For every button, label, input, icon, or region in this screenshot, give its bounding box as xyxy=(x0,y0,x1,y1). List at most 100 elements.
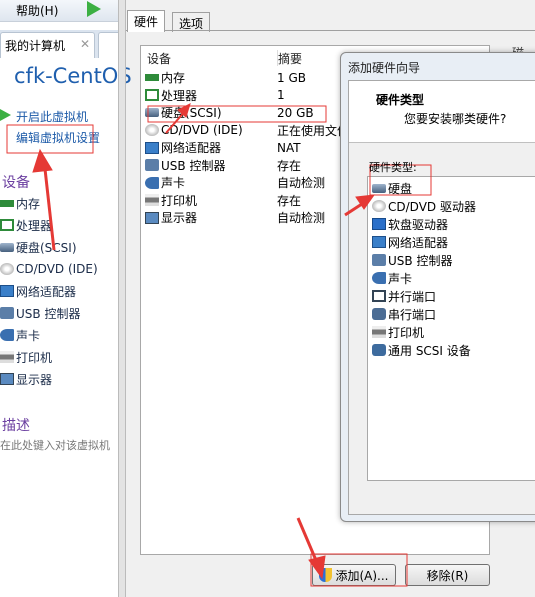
device-cell: 显示器 xyxy=(161,211,198,225)
edit-settings-link[interactable]: 编辑虚拟机设置 xyxy=(16,129,100,146)
hardware-type-label: 硬件类型: xyxy=(369,161,417,174)
wizard-title: 添加硬件向导 xyxy=(348,61,421,75)
network-icon xyxy=(372,236,386,248)
hardware-type-list[interactable]: 硬盘 CD/DVD 驱动器 软盘驱动器网络适配器 USB 控制器声卡并行端口串行端口打… xyxy=(367,176,535,481)
item-label: 串行端口 xyxy=(388,307,437,322)
printer-icon xyxy=(0,351,14,363)
usb-icon xyxy=(145,159,159,171)
wizard-header: 硬件类型 您要安装哪类硬件? xyxy=(349,81,535,143)
tab-bar: 我的计算机 ✕ xyxy=(0,30,122,58)
list-item[interactable]: 网络适配器 xyxy=(372,233,448,251)
cdrom-icon xyxy=(145,124,159,136)
uac-shield-icon xyxy=(319,568,333,582)
device-item[interactable]: 声卡 xyxy=(0,326,40,344)
device-item[interactable]: CD/DVD (IDE) xyxy=(0,260,98,278)
description-heading: 描述 xyxy=(2,418,30,434)
scsi-icon xyxy=(372,344,386,356)
device-cell: 声卡 xyxy=(161,176,186,190)
item-label: 网络适配器 xyxy=(388,235,449,250)
device-item[interactable]: 处理器 xyxy=(0,216,52,234)
sound-icon xyxy=(0,329,14,341)
item-label: 并行端口 xyxy=(388,289,437,304)
device-item[interactable]: 打印机 xyxy=(0,348,52,366)
floppy-icon xyxy=(372,218,386,230)
splitter[interactable] xyxy=(118,0,126,597)
list-item[interactable]: 硬盘 xyxy=(372,179,412,197)
list-item[interactable]: 串行端口 xyxy=(372,305,436,323)
device-cell: 内存 xyxy=(161,71,186,85)
close-icon[interactable]: ✕ xyxy=(80,37,90,51)
list-item[interactable]: 声卡 xyxy=(372,269,412,287)
remove-button[interactable]: 移除(R) xyxy=(405,564,490,586)
menu-help[interactable]: 帮助(H) xyxy=(16,2,58,19)
network-icon xyxy=(0,285,14,297)
play-icon xyxy=(0,109,11,121)
summary-cell: 存在 xyxy=(277,158,302,173)
device-label: 处理器 xyxy=(16,218,53,233)
remove-button-label: 移除(R) xyxy=(426,568,469,583)
printer-icon xyxy=(145,194,159,206)
vm-title: cfk-CentOS xyxy=(14,64,132,88)
display-icon xyxy=(0,373,14,385)
device-label: 硬盘(SCSI) xyxy=(16,240,77,255)
wizard-subheading: 您要安装哪类硬件? xyxy=(404,112,507,126)
power-on-link[interactable]: 开启此虚拟机 xyxy=(16,108,88,125)
device-cell: USB 控制器 xyxy=(161,158,226,173)
device-item[interactable]: USB 控制器 xyxy=(0,304,80,322)
item-label: 通用 SCSI 设备 xyxy=(388,343,471,358)
display-icon xyxy=(145,211,159,224)
tab-options[interactable]: 选项 xyxy=(172,12,211,32)
cpu-icon xyxy=(145,89,159,101)
device-label: CD/DVD (IDE) xyxy=(16,262,98,276)
add-button[interactable]: 添加(A)... xyxy=(312,564,396,586)
device-label: 声卡 xyxy=(16,328,41,343)
column-device[interactable]: 设备 xyxy=(147,50,171,66)
harddisk-icon xyxy=(372,183,386,193)
summary-cell: 1 xyxy=(277,88,285,102)
device-label: 打印机 xyxy=(16,350,53,365)
serial-port-icon xyxy=(372,308,386,320)
device-item[interactable]: 硬盘(SCSI) xyxy=(0,238,77,256)
parallel-port-icon xyxy=(372,290,386,302)
item-label: 软盘驱动器 xyxy=(388,217,449,232)
device-item[interactable]: 网络适配器 xyxy=(0,282,76,300)
tab-label: 硬件 xyxy=(134,15,159,29)
column-summary[interactable]: 摘要 xyxy=(277,50,302,66)
list-item[interactable]: 软盘驱动器 xyxy=(372,215,448,233)
summary-cell: 自动检测 xyxy=(277,176,326,190)
description-field[interactable]: 在此处键入对该虚拟机 xyxy=(0,437,110,453)
harddisk-icon xyxy=(0,242,14,252)
summary-cell: 自动检测 xyxy=(277,211,326,225)
tab-my-computer[interactable]: 我的计算机 ✕ xyxy=(0,32,95,58)
device-label: USB 控制器 xyxy=(16,306,81,321)
device-cell: 网络适配器 xyxy=(161,141,222,155)
device-item[interactable]: 显示器 xyxy=(0,370,52,388)
devices-heading: 设备 xyxy=(2,175,30,191)
printer-icon xyxy=(372,326,386,338)
device-item[interactable]: 内存 xyxy=(0,194,40,212)
summary-cell: 1 GB xyxy=(277,70,306,85)
list-item[interactable]: 通用 SCSI 设备 xyxy=(372,341,471,359)
sound-icon xyxy=(145,176,159,189)
device-label: 网络适配器 xyxy=(16,284,77,299)
summary-cell: 正在使用文件 xyxy=(277,123,350,138)
tab-hardware[interactable]: 硬件 xyxy=(127,10,166,32)
summary-cell: 20 GB xyxy=(277,105,314,120)
device-label: 内存 xyxy=(16,196,41,211)
list-item[interactable]: USB 控制器 xyxy=(372,251,452,269)
device-cell: 处理器 xyxy=(161,88,198,103)
menu-bar: 帮助(H) xyxy=(0,0,118,22)
cdrom-icon xyxy=(372,200,386,212)
list-item[interactable]: CD/DVD 驱动器 xyxy=(372,197,476,215)
play-icon[interactable] xyxy=(87,1,101,17)
list-item[interactable]: 打印机 xyxy=(372,323,424,341)
item-label: 声卡 xyxy=(388,271,413,286)
device-cell: 打印机 xyxy=(161,193,198,208)
usb-icon xyxy=(0,307,14,319)
item-label: 打印机 xyxy=(388,325,425,340)
wizard-heading: 硬件类型 xyxy=(376,93,425,107)
tab-label: 我的计算机 xyxy=(5,39,66,53)
item-label: CD/DVD 驱动器 xyxy=(388,199,476,214)
cdrom-icon xyxy=(0,263,14,275)
list-item[interactable]: 并行端口 xyxy=(372,287,436,305)
